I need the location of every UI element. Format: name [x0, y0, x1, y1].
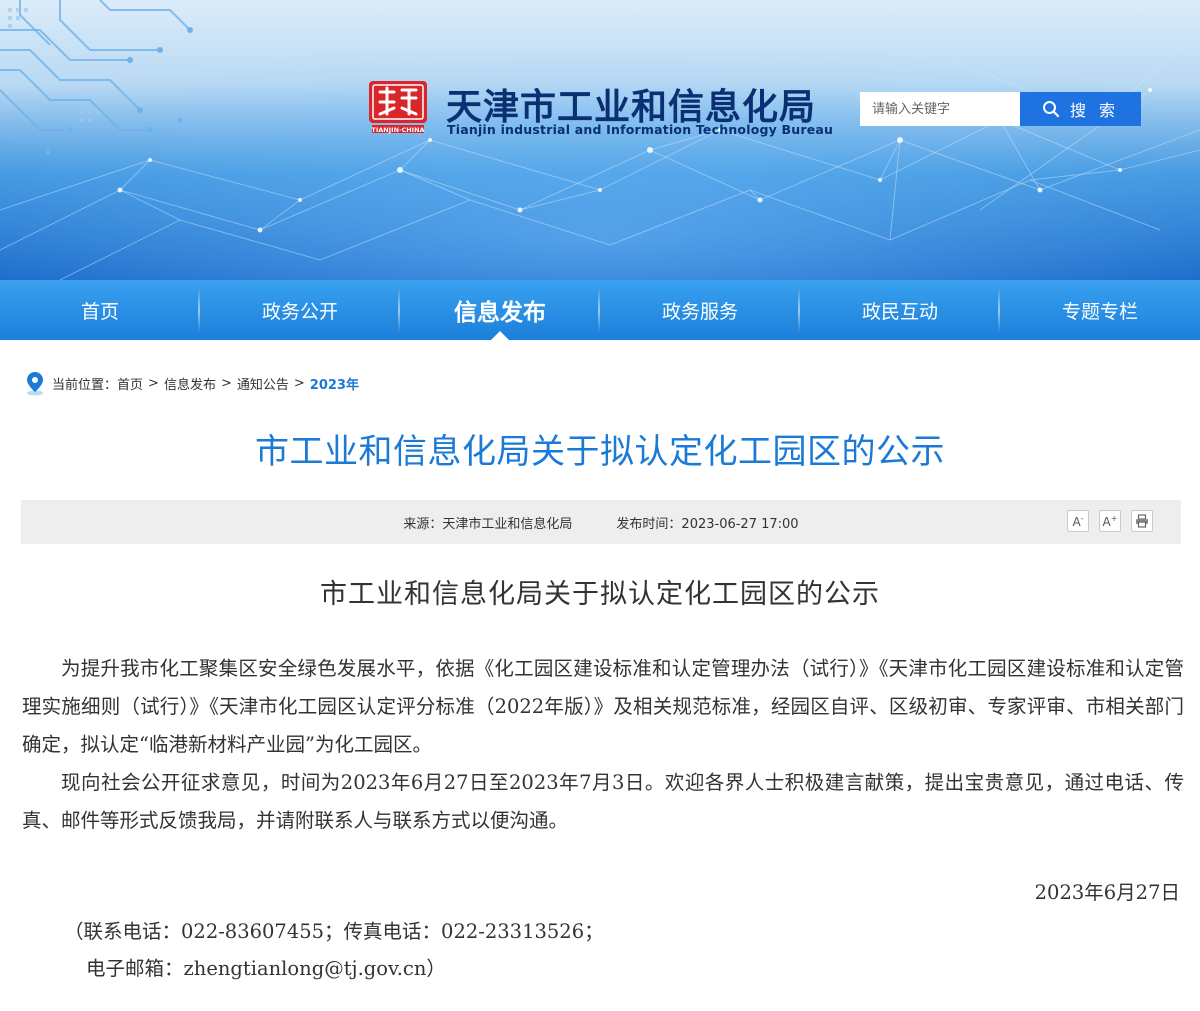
font-decrease-icon: A-: [1072, 513, 1084, 529]
breadcrumb-separator: >: [148, 375, 159, 391]
breadcrumb-link-notices[interactable]: 通知公告: [237, 374, 289, 393]
logo[interactable]: TIANJIN·CHINA: [368, 80, 428, 134]
nav-item-label: 专题专栏: [1061, 300, 1138, 323]
header-banner: TIANJIN·CHINA 天津市工业和信息化局 Tianjin industr…: [0, 0, 1200, 280]
svg-text:TIANJIN·CHINA: TIANJIN·CHINA: [371, 126, 424, 134]
nav-item-label: 政务公开: [261, 300, 338, 323]
breadcrumb-separator: >: [293, 375, 305, 391]
nav-item-public-interaction[interactable]: 政民互动: [800, 280, 1000, 340]
breadcrumb-current[interactable]: 2023年: [310, 374, 359, 393]
contact-phone-fax: （联系电话：022-83607455；传真电话：022-23313526；: [64, 920, 604, 943]
search-button-label: 搜 索: [1069, 101, 1120, 120]
location-pin-icon: [27, 372, 43, 396]
nav-item-government-affairs[interactable]: 政务公开: [200, 280, 400, 340]
document-title: 市工业和信息化局关于拟认定化工园区的公示: [320, 579, 880, 610]
article-paragraph: 现向社会公开征求意见，时间为2023年6月27日至2023年7月3日。欢迎各界人…: [22, 771, 1184, 832]
breadcrumb-link-information-release[interactable]: 信息发布: [164, 374, 216, 393]
article-paragraph: 为提升我市化工聚集区安全绿色发展水平，依据《化工园区建设标准和认定管理办法（试行…: [22, 657, 1184, 756]
search-input[interactable]: [860, 92, 1020, 126]
article-meta-info: 来源：天津市工业和信息化局 发布时间：2023-06-27 17:00: [21, 500, 1181, 544]
search-bar: 搜 索: [860, 92, 1141, 126]
breadcrumb-link-home[interactable]: 首页: [117, 374, 143, 393]
nav-item-label: 政民互动: [861, 300, 938, 323]
print-button[interactable]: [1131, 510, 1153, 532]
main-nav: 首页 政务公开 信息发布 政务服务 政民互动 专题专栏: [0, 280, 1200, 340]
nav-item-label: 信息发布: [454, 300, 546, 326]
breadcrumb-prefix: 当前位置：: [52, 377, 118, 393]
article-body: 为提升我市化工聚集区安全绿色发展水平，依据《化工园区建设标准和认定管理办法（试行…: [22, 650, 1184, 840]
contact-email: 电子邮箱：zhengtianlong@tj.gov.cn）: [86, 957, 446, 980]
article-title: 市工业和信息化局关于拟认定化工园区的公示: [255, 432, 945, 472]
active-indicator-arrow: [491, 331, 509, 340]
nav-item-special-topics[interactable]: 专题专栏: [1000, 280, 1200, 340]
print-icon: [1136, 514, 1148, 528]
nav-item-home[interactable]: 首页: [0, 280, 200, 340]
nav-item-government-services[interactable]: 政务服务: [600, 280, 800, 340]
font-size-increase-button[interactable]: A+: [1099, 510, 1121, 532]
article-signature-date: 2023年6月27日: [1034, 881, 1180, 904]
search-button[interactable]: 搜 索: [1020, 92, 1141, 126]
breadcrumb: 当前位置： 首页 > 信息发布 > 通知公告 > 2023年: [24, 370, 359, 396]
font-increase-icon: A+: [1102, 513, 1118, 529]
nav-item-label: 首页: [80, 300, 119, 323]
article-source: 来源：天津市工业和信息化局: [403, 516, 573, 532]
nav-item-label: 政务服务: [661, 300, 738, 323]
search-icon: [1042, 101, 1060, 118]
tianjin-seal-logo-icon: TIANJIN·CHINA: [369, 81, 427, 134]
network-background-graphic: [0, 0, 1200, 280]
font-size-decrease-button[interactable]: A-: [1067, 510, 1089, 532]
site-subtitle: Tianjin industrial and Information Techn…: [447, 122, 834, 137]
article-publish-time: 发布时间：2023-06-27 17:00: [616, 516, 799, 532]
breadcrumb-separator: >: [220, 375, 232, 391]
article-meta-bar: 来源：天津市工业和信息化局 发布时间：2023-06-27 17:00 A- A…: [21, 500, 1181, 544]
nav-item-information-release[interactable]: 信息发布: [400, 280, 600, 340]
